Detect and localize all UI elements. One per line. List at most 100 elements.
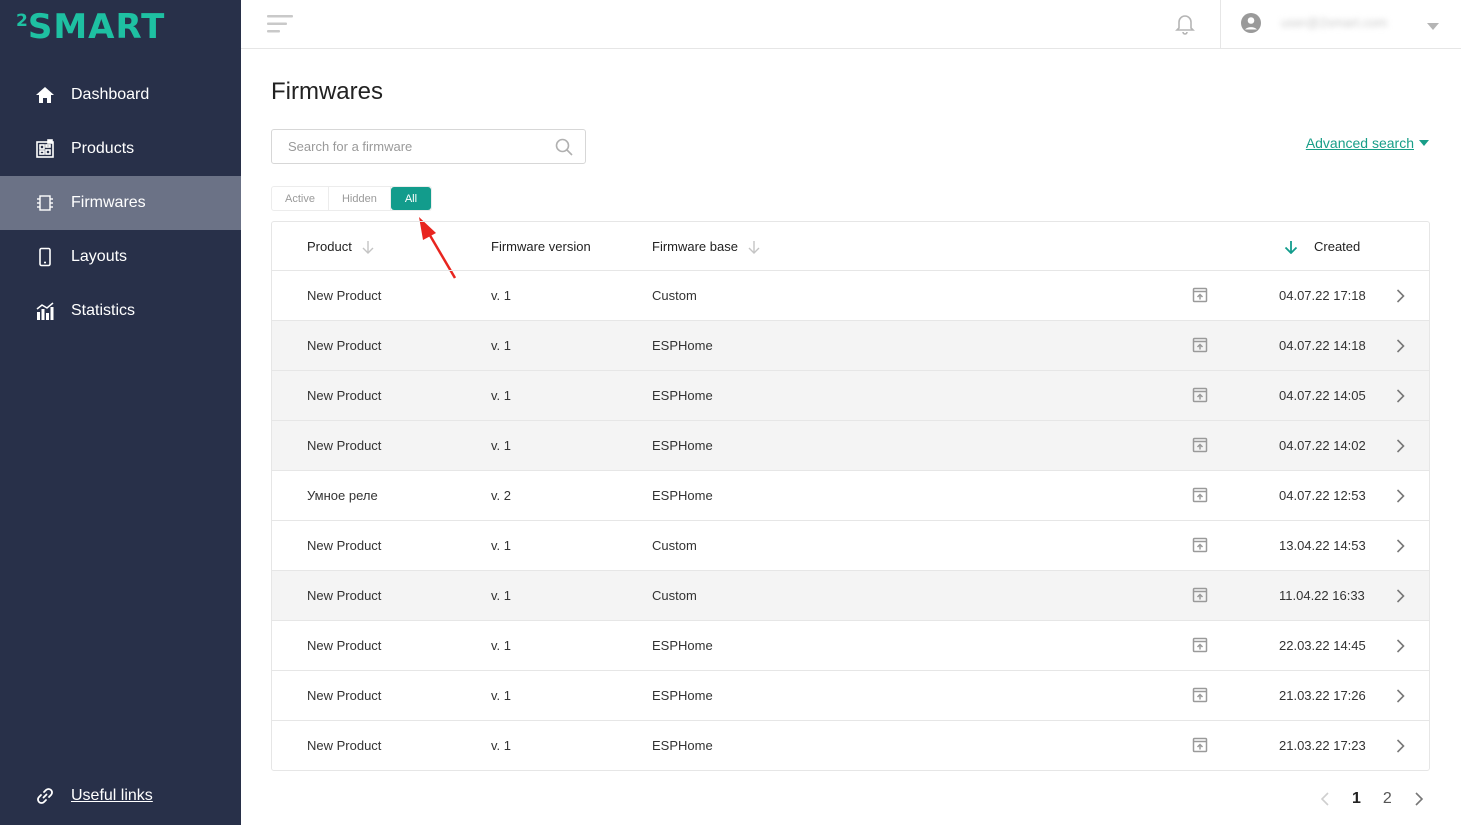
archive-icon[interactable] [1192,337,1208,353]
cell-version: v. 1 [491,738,511,753]
page-title: Firmwares [271,78,383,105]
cell-product: New Product [307,688,382,703]
cell-version: v. 2 [491,488,511,503]
sidebar-item-firmwares[interactable]: Firmwares [0,176,241,230]
chevron-right-icon[interactable] [1396,739,1405,753]
archive-icon[interactable] [1192,587,1208,603]
firmwares-table: Product Firmware version Firmware base C… [271,221,1430,771]
cell-firmware-base: Custom [652,538,697,553]
chevron-right-icon[interactable] [1396,439,1405,453]
sidebar-item-statistics[interactable]: Statistics [0,284,241,338]
cell-firmware-base: ESPHome [652,738,713,753]
brand-logo[interactable]: 2 SMART [16,10,165,46]
cell-version: v. 1 [491,338,511,353]
cell-version: v. 1 [491,638,511,653]
chevron-right-icon[interactable] [1396,339,1405,353]
chevron-down-icon[interactable] [1427,18,1439,30]
advanced-search-label: Advanced search [1305,135,1414,151]
table-row[interactable]: New Product v. 1 ESPHome 04.07.22 14:18 [272,321,1429,371]
prev-page-icon[interactable] [1320,792,1330,806]
cell-product: New Product [307,388,382,403]
cell-version: v. 1 [491,588,511,603]
column-label: Firmware base [652,239,738,254]
visibility-filter: Active Hidden All [271,186,433,211]
column-label: Product [307,239,352,254]
sidebar-item-dashboard[interactable]: Dashboard [0,68,241,122]
sidebar: 2 SMART Dashboard Products Firmwares Lay… [0,0,241,825]
archive-icon[interactable] [1192,537,1208,553]
bell-icon[interactable] [1175,13,1195,35]
cell-created: 22.03.22 14:45 [1279,638,1366,653]
sidebar-item-products[interactable]: Products [0,122,241,176]
archive-icon[interactable] [1192,437,1208,453]
sort-arrow-icon [748,240,760,254]
cell-firmware-base: ESPHome [652,688,713,703]
page-1[interactable]: 1 [1352,790,1361,808]
sidebar-nav: Dashboard Products Firmwares Layouts Sta… [0,68,241,338]
table-row[interactable]: New Product v. 1 ESPHome 22.03.22 14:45 [272,621,1429,671]
next-page-icon[interactable] [1414,792,1424,806]
archive-icon[interactable] [1192,487,1208,503]
cell-product: New Product [307,738,382,753]
caret-down-icon [1419,140,1429,146]
phone-icon [35,247,55,267]
sort-arrow-icon [362,240,374,254]
useful-links-label: Useful links [71,787,153,804]
search-icon[interactable] [555,138,573,156]
table-row[interactable]: New Product v. 1 Custom 04.07.22 17:18 [272,271,1429,321]
archive-icon[interactable] [1192,387,1208,403]
chevron-right-icon[interactable] [1396,689,1405,703]
filter-all[interactable]: All [390,187,432,210]
chevron-right-icon[interactable] [1396,289,1405,303]
cell-product: New Product [307,588,382,603]
cell-created: 04.07.22 12:53 [1279,488,1366,503]
column-label: Firmware version [491,239,591,254]
sidebar-item-layouts[interactable]: Layouts [0,230,241,284]
table-row[interactable]: New Product v. 1 ESPHome 21.03.22 17:26 [272,671,1429,721]
table-row[interactable]: Умное реле v. 2 ESPHome 04.07.22 12:53 [272,471,1429,521]
column-firmware-base[interactable]: Firmware base [652,239,760,254]
brand-name: SMART [27,7,166,47]
sidebar-item-label: Statistics [71,302,136,319]
table-header: Product Firmware version Firmware base C… [272,222,1429,271]
cell-firmware-base: ESPHome [652,638,713,653]
cell-created: 13.04.22 14:53 [1279,538,1366,553]
home-icon [35,85,55,105]
table-row[interactable]: New Product v. 1 ESPHome 04.07.22 14:02 [272,421,1429,471]
filter-hidden[interactable]: Hidden [329,187,391,210]
table-row[interactable]: New Product v. 1 Custom 13.04.22 14:53 [272,521,1429,571]
cell-firmware-base: ESPHome [652,488,713,503]
user-email[interactable]: user@2smart.com [1281,15,1387,30]
cell-version: v. 1 [491,438,511,453]
archive-icon[interactable] [1192,287,1208,303]
cell-created: 04.07.22 17:18 [1279,288,1366,303]
menu-toggle-icon[interactable] [267,14,295,34]
products-icon [35,139,55,159]
cell-version: v. 1 [491,388,511,403]
chevron-right-icon[interactable] [1396,639,1405,653]
archive-icon[interactable] [1192,687,1208,703]
chevron-right-icon[interactable] [1396,389,1405,403]
search-input[interactable] [272,130,542,163]
table-row[interactable]: New Product v. 1 ESPHome 04.07.22 14:05 [272,371,1429,421]
chevron-right-icon[interactable] [1396,539,1405,553]
column-product[interactable]: Product [307,239,374,254]
archive-icon[interactable] [1192,637,1208,653]
page-2[interactable]: 2 [1383,790,1392,808]
column-created[interactable]: Created [1284,239,1360,254]
chevron-right-icon[interactable] [1396,489,1405,503]
advanced-search-toggle[interactable]: Advanced search [1306,135,1429,151]
archive-icon[interactable] [1192,737,1208,753]
sort-arrow-active-icon [1284,240,1298,254]
user-avatar-icon[interactable] [1241,13,1261,33]
cell-product: New Product [307,338,382,353]
cell-firmware-base: ESPHome [652,388,713,403]
table-row[interactable]: New Product v. 1 Custom 11.04.22 16:33 [272,571,1429,621]
cell-firmware-base: ESPHome [652,338,713,353]
useful-links[interactable]: Useful links [35,786,153,806]
chip-icon [35,193,55,213]
brand-prefix: 2 [16,11,28,31]
chevron-right-icon[interactable] [1396,589,1405,603]
table-row[interactable]: New Product v. 1 ESPHome 21.03.22 17:23 [272,721,1429,771]
filter-active[interactable]: Active [272,187,329,210]
